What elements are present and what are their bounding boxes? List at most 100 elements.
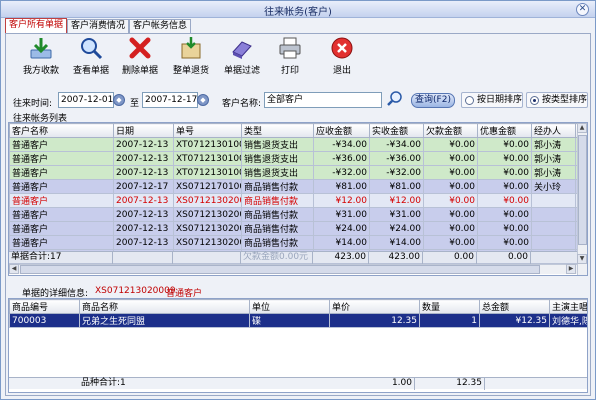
table-cell: ¥14.00 — [313, 235, 370, 250]
table-cell: 商品销售付款 — [241, 207, 314, 222]
date-to-field[interactable]: 2007-12-17 — [142, 92, 198, 108]
table-cell: 郭小涛 — [531, 151, 576, 166]
print-button[interactable]: 打印 — [267, 36, 313, 78]
table-cell: 商品销售付款 — [241, 179, 314, 194]
amount-total: 12.35 — [415, 378, 485, 390]
detail-column-header[interactable]: 商品编号 — [9, 299, 80, 314]
customer-label: 客户名称: — [222, 99, 262, 109]
document-list-grid: 客户名称日期单号类型应收金额实收金额欠款金额优惠金额经办人操 普通客户2007-… — [8, 122, 588, 276]
quantity-total: 1.00 — [355, 378, 415, 390]
detail-header-row: 商品编号商品名称单位单价数量总金额主演主唱导演 — [9, 299, 587, 314]
toolbar-label: 查看单据 — [72, 66, 109, 76]
scroll-thumb[interactable] — [578, 135, 587, 245]
detail-doc-number: XS071213020009 — [95, 286, 176, 296]
receive-payment-button[interactable]: 我方收款 — [18, 36, 64, 78]
scroll-up-icon[interactable]: ▲ — [577, 123, 587, 133]
document-count: 单据合计:17 — [9, 252, 113, 264]
list-column-header[interactable]: 应收金额 — [313, 123, 370, 138]
list-column-header[interactable]: 欠款金额 — [423, 123, 478, 138]
detail-column-header[interactable]: 主演主唱 — [549, 299, 587, 314]
list-column-header[interactable]: 经办人 — [531, 123, 576, 138]
table-row[interactable]: 普通客户2007-12-13XT071213010001销售退货支出-¥32.0… — [9, 165, 587, 180]
table-cell — [531, 221, 576, 236]
search-icon[interactable] — [386, 90, 403, 107]
table-cell — [531, 207, 576, 222]
debt-total: 0.00 — [423, 252, 477, 264]
scroll-left-icon[interactable]: ◀ — [9, 264, 19, 274]
list-column-header[interactable]: 单号 — [173, 123, 242, 138]
table-cell: 2007-12-17 — [113, 179, 174, 194]
table-cell: ¥0.00 — [423, 151, 478, 166]
return-goods-button[interactable]: 整单退货 — [168, 36, 214, 78]
detail-cell: ¥12.35 — [479, 313, 550, 328]
date-from-field[interactable]: 2007-12-01 — [58, 92, 114, 108]
tab-account-info[interactable]: 客户帐务信息 — [129, 19, 192, 33]
table-cell: XS071213020006 — [173, 235, 242, 250]
detail-summary-row: 品种合计:1 1.00 12.35 — [9, 377, 587, 390]
list-vertical-scrollbar[interactable]: ▲ ▼ — [577, 123, 587, 275]
table-cell: 普通客户 — [9, 221, 114, 236]
detail-cell: 兄弟之生死同盟 — [79, 313, 250, 328]
table-cell: ¥0.00 — [477, 179, 532, 194]
variety-count: 品种合计:1 — [81, 378, 126, 388]
table-cell: ¥24.00 — [313, 221, 370, 236]
radio-dot-selected — [530, 96, 539, 105]
summary-empty — [9, 378, 79, 390]
scroll-right-icon[interactable]: ▶ — [566, 264, 576, 274]
list-column-header[interactable]: 客户名称 — [9, 123, 114, 138]
detail-column-header[interactable]: 商品名称 — [79, 299, 250, 314]
table-row[interactable]: 普通客户2007-12-17XS071217010001商品销售付款¥81.00… — [9, 179, 587, 194]
exit-button[interactable]: 退出 — [319, 36, 365, 78]
table-cell: 普通客户 — [9, 165, 114, 180]
toolbar-label: 删除单据 — [121, 66, 158, 76]
detail-column-header[interactable]: 单价 — [329, 299, 420, 314]
sort-by-date-label: 按日期排序 — [477, 95, 523, 105]
date-from-picker-icon[interactable]: ◆ — [113, 94, 125, 106]
table-cell: ¥31.00 — [369, 207, 424, 222]
window: 往来帐务(客户) ✕ 客户所有单据 客户消费情况 客户帐务信息 我方收款 查看单… — [0, 0, 596, 400]
detail-row[interactable]: 700003兄弟之生死同盟碟12.351¥12.35刘德华,陈奕迅赵崇基 — [9, 313, 587, 328]
title-bar: 往来帐务(客户) ✕ — [1, 1, 595, 18]
table-cell: ¥0.00 — [423, 193, 478, 208]
view-document-button[interactable]: 查看单据 — [68, 36, 114, 78]
detail-column-header[interactable]: 总金额 — [479, 299, 550, 314]
table-row[interactable]: 普通客户2007-12-13XS071213020008商品销售付款¥31.00… — [9, 207, 587, 222]
magnifier-icon — [81, 38, 103, 60]
tab-consumption[interactable]: 客户消费情况 — [67, 19, 130, 33]
list-horizontal-scrollbar[interactable]: ◀ ▶ — [9, 264, 577, 274]
table-row[interactable]: 普通客户2007-12-13XT071213010002销售退货支出-¥36.0… — [9, 151, 587, 166]
table-cell: XT071213010001 — [173, 165, 242, 180]
table-row[interactable]: 普通客户2007-12-13XS071213020009商品销售付款¥12.00… — [9, 193, 587, 208]
detail-column-header[interactable]: 单位 — [249, 299, 330, 314]
table-cell: ¥0.00 — [423, 221, 478, 236]
table-row[interactable]: 普通客户2007-12-13XS071213020007商品销售付款¥24.00… — [9, 221, 587, 236]
query-button[interactable]: 查询(F2) — [411, 93, 455, 108]
date-label: 往来时间: — [13, 99, 53, 109]
date-to-picker-icon[interactable]: ◆ — [197, 94, 209, 106]
list-column-header[interactable]: 优惠金额 — [477, 123, 532, 138]
horizontal-scroll-thumb[interactable] — [20, 265, 540, 274]
table-cell: ¥0.00 — [423, 165, 478, 180]
table-cell: ¥0.00 — [477, 193, 532, 208]
table-row[interactable]: 普通客户2007-12-13XT071213010003销售退货支出-¥34.0… — [9, 137, 587, 152]
table-cell: ¥31.00 — [313, 207, 370, 222]
detail-cell: 1 — [419, 313, 480, 328]
discount-total: 0.00 — [477, 252, 531, 264]
list-column-header[interactable]: 类型 — [241, 123, 314, 138]
detail-cell: 碟 — [249, 313, 330, 328]
close-button[interactable]: ✕ — [576, 3, 589, 16]
detail-column-header[interactable]: 数量 — [419, 299, 480, 314]
toolbar-label: 单据过滤 — [223, 66, 260, 76]
sort-by-date-radio[interactable]: 按日期排序 — [461, 92, 523, 108]
list-column-header[interactable]: 日期 — [113, 123, 174, 138]
customer-field[interactable]: 全部客户 — [264, 92, 382, 108]
list-column-header[interactable]: 实收金额 — [369, 123, 424, 138]
tab-all-documents[interactable]: 客户所有单据 — [5, 18, 68, 33]
filter-documents-button[interactable]: 单据过滤 — [219, 36, 265, 78]
document-table: 客户名称日期单号类型应收金额实收金额欠款金额优惠金额经办人操 普通客户2007-… — [9, 123, 587, 264]
table-row[interactable]: 普通客户2007-12-13XS071213020006商品销售付款¥14.00… — [9, 235, 587, 250]
sort-by-type-radio[interactable]: 按类型排序 — [526, 92, 588, 108]
scroll-down-icon[interactable]: ▼ — [577, 254, 587, 264]
delete-document-button[interactable]: 删除单据 — [117, 36, 163, 78]
table-cell: 2007-12-13 — [113, 235, 174, 250]
